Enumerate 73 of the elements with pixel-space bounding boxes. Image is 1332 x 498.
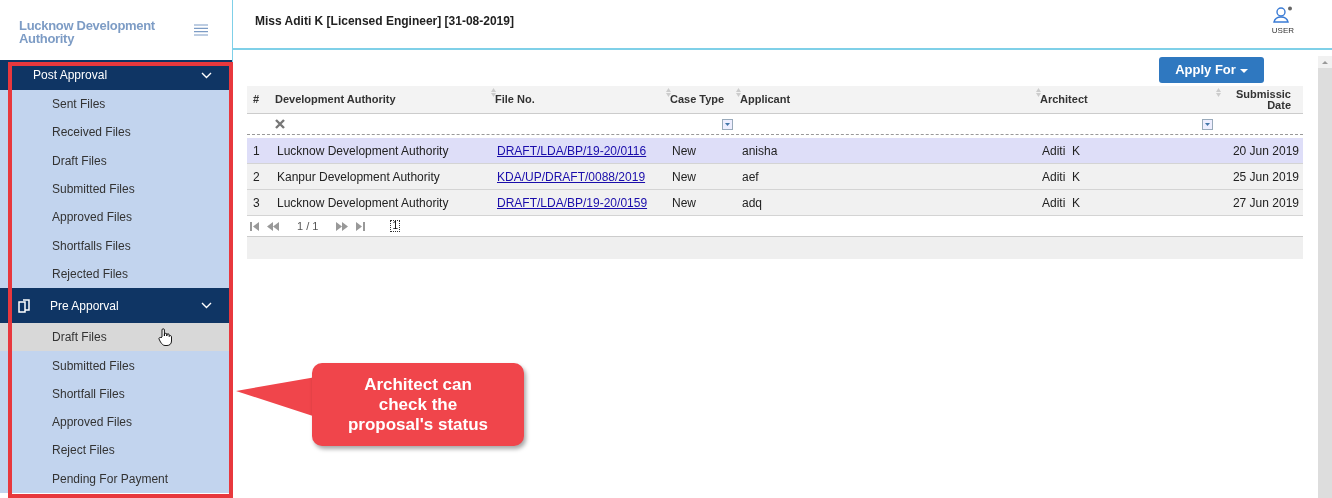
next-page-icon[interactable]	[336, 221, 349, 231]
last-page-icon[interactable]	[354, 221, 367, 231]
table-cell-text: Aditi K	[1042, 142, 1080, 160]
column-header[interactable]: Submissic Date	[1220, 88, 1297, 111]
menu-item[interactable]: Shortfall Files	[0, 379, 232, 408]
menu-item[interactable]: Approved Files	[0, 203, 232, 232]
file-link[interactable]: DRAFT/LDA/BP/19-20/0159	[497, 193, 648, 212]
column-header[interactable]: #	[253, 94, 260, 105]
table-cell-text: Lucknow Development Authority	[277, 194, 449, 212]
table-cell-text: New	[672, 194, 696, 212]
menu-item[interactable]: Pending For Payment	[0, 464, 232, 493]
menu-item[interactable]: Rejected Files	[0, 259, 232, 289]
table-cell-text: 25 Jun 2019	[1232, 168, 1299, 186]
table-cell-text: Aditi K	[1042, 168, 1080, 186]
table-cell-text: Kanpur Development Authority	[277, 168, 440, 186]
table-cell-text: Lucknow Development Authority	[277, 142, 449, 160]
hand-cursor-icon	[157, 328, 172, 347]
table-row[interactable]: 1 Lucknow Development Authority DRAFT/LDA/BP/19-20/0116 New anisha Aditi K 20 Jun 2019	[247, 138, 1303, 164]
table-row[interactable]: 3 Lucknow Development Authority DRAFT/LDA/BP/19-20/0159 New adq Aditi K 27 Jun 2019	[247, 190, 1303, 216]
page-info: 1 / 1	[297, 218, 319, 234]
table-cell-text: anisha	[742, 142, 778, 160]
caret-icon	[1239, 67, 1248, 73]
page-title: Miss Aditi K [Licensed Engineer] [31-08-2019]	[255, 13, 514, 30]
menu-item[interactable]: Received Files	[0, 118, 232, 147]
column-header[interactable]: Applicant	[740, 94, 791, 105]
table-cell-text: New	[672, 142, 696, 160]
menu-section-header[interactable]: Pre Apporval	[0, 288, 232, 324]
menu-item[interactable]: Submitted Files	[0, 174, 232, 204]
table-cell-text: New	[672, 168, 696, 186]
chevron-down-icon	[201, 71, 212, 79]
sort-icon[interactable]	[1216, 88, 1221, 97]
first-page-icon[interactable]	[249, 221, 261, 231]
chevron-down-icon	[201, 302, 212, 310]
table-cell-text: 2	[253, 168, 260, 186]
user-button[interactable]: USER	[1271, 6, 1294, 37]
clear-filter-icon[interactable]	[275, 119, 285, 129]
scroll-up-icon[interactable]	[1318, 56, 1332, 68]
menu-item[interactable]: Draft Files	[0, 323, 232, 352]
menu-item[interactable]: Reject Files	[0, 436, 232, 465]
file-link[interactable]: KDA/UP/DRAFT/0088/2019	[497, 167, 646, 186]
user-icon	[1272, 6, 1293, 24]
scrollbar[interactable]	[1318, 56, 1332, 498]
table-cell-text: 3	[253, 194, 260, 212]
callout-bubble: Architect can check the proposal's status	[312, 363, 524, 446]
sort-icon[interactable]	[1036, 88, 1041, 97]
menu-item[interactable]: Sent Files	[0, 90, 232, 119]
table-cell-text: adq	[742, 194, 763, 212]
menu-item[interactable]: Submitted Files	[0, 351, 232, 380]
table-cell-text: 27 Jun 2019	[1232, 194, 1299, 212]
menu-item[interactable]: Approved Files	[0, 407, 232, 437]
column-header[interactable]: File No.	[495, 94, 535, 105]
menu-item[interactable]: Draft Files	[0, 146, 232, 175]
table-row[interactable]: 2 Kanpur Development Authority KDA/UP/DRAFT/0088/2019 New aef Aditi K 25 Jun 2019	[247, 164, 1303, 190]
menu-item[interactable]: Shortfalls Files	[0, 231, 232, 260]
column-header[interactable]: Architect	[1040, 94, 1088, 105]
page-select[interactable]: 1	[390, 220, 400, 232]
sort-icon[interactable]	[491, 88, 496, 97]
copy-icon	[18, 298, 32, 313]
filter-dropdown-icon[interactable]	[1202, 118, 1213, 130]
table-cell-text: 1	[253, 142, 260, 160]
menu-icon[interactable]	[194, 24, 208, 36]
column-header[interactable]: Case Type	[670, 94, 725, 105]
column-header[interactable]: Development Authority	[275, 94, 396, 105]
previous-page-icon[interactable]	[267, 221, 279, 231]
file-link[interactable]: DRAFT/LDA/BP/19-20/0116	[497, 141, 647, 160]
filter-dropdown-icon[interactable]	[722, 118, 733, 130]
table-cell-text: Aditi K	[1042, 194, 1080, 212]
app-title: Lucknow Development Authority	[19, 19, 156, 45]
apply-for-button[interactable]: Apply For	[1159, 57, 1264, 83]
table-cell-text: 20 Jun 2019	[1232, 142, 1299, 160]
sort-icon[interactable]	[666, 88, 671, 97]
table-cell-text: aef	[742, 168, 759, 186]
sort-icon[interactable]	[736, 88, 741, 97]
